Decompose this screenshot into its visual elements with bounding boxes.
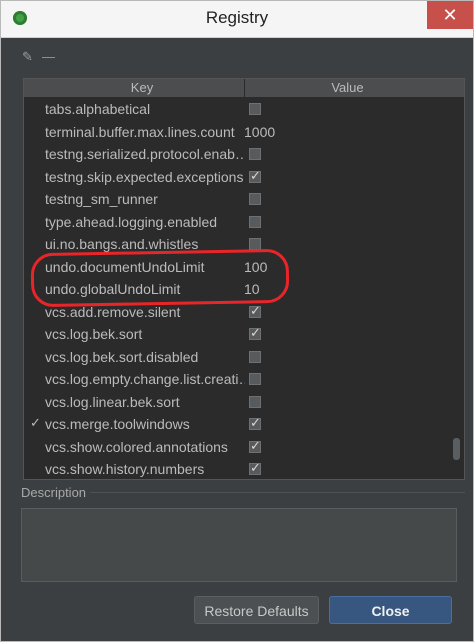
value-checkbox[interactable] [249, 460, 261, 476]
value-checkbox[interactable] [249, 325, 261, 341]
red-annotation-circle [30, 248, 290, 308]
restore-defaults-button[interactable]: Restore Defaults [194, 596, 319, 624]
title-bar: Registry ✕ [1, 1, 473, 38]
table-row[interactable]: vcs.show.colored.annotations [24, 436, 450, 458]
description-text-area[interactable] [21, 508, 457, 582]
vertical-scrollbar[interactable] [450, 98, 464, 479]
table-row[interactable]: tabs.alphabetical [24, 98, 450, 120]
scrollbar-thumb[interactable] [453, 438, 460, 460]
table-row[interactable]: vcs.log.bek.sort.disabled [24, 346, 450, 368]
table-row[interactable]: testng.skip.expected.exceptions [24, 166, 450, 188]
table-row[interactable]: terminal.buffer.max.lines.count 1000 [24, 121, 450, 143]
table-row[interactable]: vcs.log.empty.change.list.creati… [24, 368, 450, 390]
window-close-button[interactable]: ✕ [427, 1, 473, 29]
row-key: testng.serialized.protocol.enab… [45, 146, 245, 162]
row-key: vcs.show.history.numbers [45, 461, 205, 477]
row-value[interactable]: 1000 [244, 124, 275, 140]
table-row[interactable]: testng_sm_runner [24, 188, 450, 210]
dialog-content: ✎ — Key Value tabs.alphabetical terminal.… [8, 38, 466, 638]
row-key: vcs.log.empty.change.list.creati… [45, 371, 245, 387]
key-column-header[interactable]: Key [40, 79, 245, 97]
row-key: testng_sm_runner [45, 191, 158, 207]
value-checkbox[interactable] [249, 373, 261, 385]
row-key: vcs.show.colored.annotations [45, 438, 228, 455]
close-button[interactable]: Close [329, 596, 452, 624]
registry-dialog: Registry ✕ ✎ — Key Value tabs.alphabetic… [0, 0, 474, 642]
value-checkbox[interactable] [249, 415, 261, 431]
table-row[interactable]: ✓ vcs.merge.toolwindows [24, 413, 450, 435]
value-checkbox[interactable] [249, 168, 261, 184]
modified-check-icon: ✓ [30, 415, 41, 430]
row-key: testng.skip.expected.exceptions [45, 168, 244, 185]
row-key: type.ahead.logging.enabled [45, 213, 218, 230]
table-row[interactable]: vcs.show.history.numbers [24, 458, 450, 478]
value-checkbox[interactable] [249, 193, 261, 205]
remove-icon[interactable]: — [42, 48, 55, 66]
value-checkbox[interactable] [249, 395, 261, 408]
edit-icon[interactable]: ✎ [22, 48, 33, 66]
description-label: Description [21, 485, 87, 500]
value-checkbox[interactable] [249, 238, 261, 250]
table-row[interactable]: vcs.log.bek.sort [24, 323, 450, 345]
value-column-header[interactable]: Value [245, 79, 450, 97]
row-key: vcs.log.bek.sort.disabled [45, 348, 199, 365]
window-title: Registry [205, 8, 269, 27]
row-key: vcs.log.linear.bek.sort [45, 393, 180, 410]
value-checkbox[interactable] [249, 103, 261, 115]
value-checkbox[interactable] [249, 148, 261, 160]
value-checkbox[interactable] [249, 215, 261, 228]
table-row[interactable]: type.ahead.logging.enabled [24, 211, 450, 233]
row-key: terminal.buffer.max.lines.count [45, 123, 235, 140]
row-key: vcs.merge.toolwindows [45, 416, 190, 432]
table-row[interactable]: vcs.log.linear.bek.sort [24, 391, 450, 413]
value-checkbox[interactable] [249, 438, 261, 454]
row-key: vcs.log.bek.sort [45, 326, 143, 342]
value-checkbox[interactable] [249, 350, 261, 363]
value-checkbox[interactable] [249, 303, 261, 319]
table-header: Key Value [24, 79, 464, 98]
table-row[interactable]: testng.serialized.protocol.enab… [24, 143, 450, 165]
description-separator [90, 492, 465, 493]
row-key: tabs.alphabetical [45, 101, 151, 117]
